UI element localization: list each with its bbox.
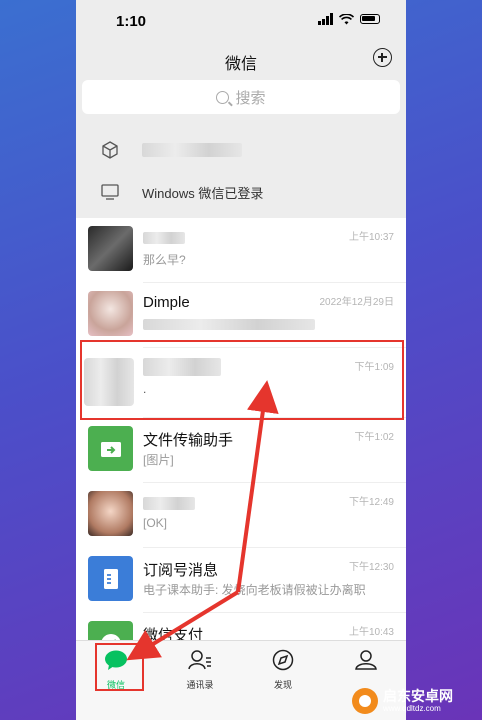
annotation-arrows bbox=[126, 380, 279, 661]
watermark: 启东安卓网 www.qdltdz.com bbox=[352, 682, 482, 720]
arrow-to-chat bbox=[236, 380, 279, 593]
arrow-to-tab bbox=[126, 590, 240, 661]
watermark-logo-icon bbox=[352, 688, 378, 714]
watermark-title: 启东安卓网 bbox=[383, 687, 453, 704]
watermark-url: www.qdltdz.com bbox=[383, 703, 441, 713]
